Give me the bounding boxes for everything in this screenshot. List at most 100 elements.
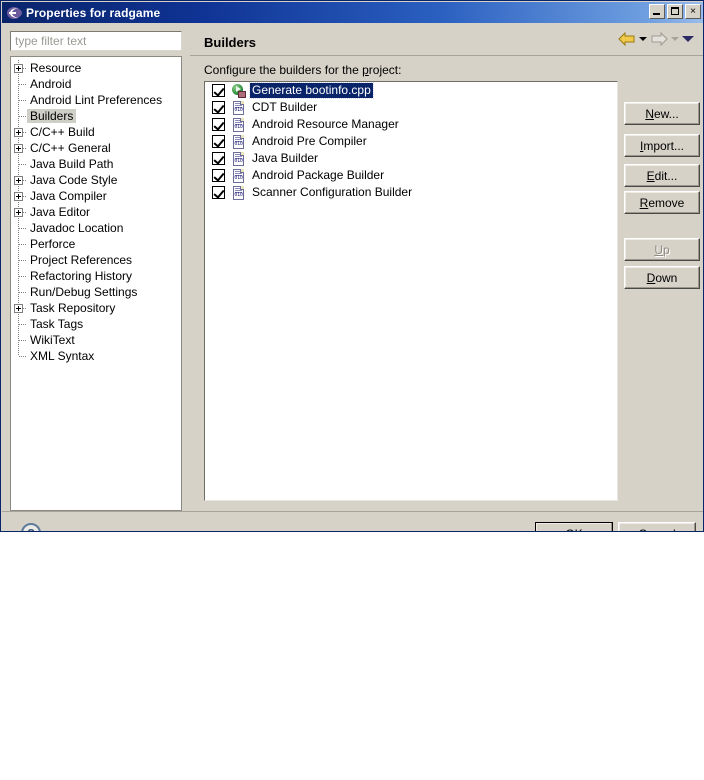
expand-plus-icon[interactable] bbox=[14, 208, 23, 217]
up-button: Up bbox=[624, 238, 700, 261]
builder-checkbox[interactable] bbox=[212, 169, 225, 182]
builder-doc-icon: 010 bbox=[231, 168, 247, 184]
tree-connector-line bbox=[19, 228, 27, 229]
expand-plus-icon[interactable] bbox=[14, 144, 23, 153]
builder-label: CDT Builder bbox=[252, 100, 318, 114]
tree-connector-line bbox=[19, 260, 27, 261]
maximize-icon bbox=[671, 7, 679, 15]
tree-expander[interactable] bbox=[11, 172, 27, 188]
sidebar-item-c-c-build[interactable]: C/C++ Build bbox=[11, 124, 181, 140]
filter-input[interactable]: type filter text bbox=[10, 31, 182, 51]
sidebar-item-label: Android bbox=[30, 77, 72, 91]
builder-row[interactable]: Generate bootinfo.cpp bbox=[205, 82, 617, 99]
builder-row[interactable]: 010 CDT Builder bbox=[205, 99, 617, 116]
forward-menu-chevron-down-icon[interactable] bbox=[671, 37, 679, 41]
tree-expander[interactable] bbox=[11, 140, 27, 156]
sidebar-item-label: Javadoc Location bbox=[30, 221, 124, 235]
builder-doc-icon: 010 bbox=[231, 100, 247, 116]
builder-row[interactable]: 010 Scanner Configuration Builder bbox=[205, 184, 617, 201]
builder-row[interactable]: 010 Android Resource Manager bbox=[205, 116, 617, 133]
builder-label: Scanner Configuration Builder bbox=[252, 185, 413, 199]
sidebar-item-label: WikiText bbox=[30, 333, 75, 347]
import-button[interactable]: Import... bbox=[624, 134, 700, 157]
builder-doc-icon: 010 bbox=[231, 151, 247, 167]
sidebar-item-wikitext[interactable]: WikiText bbox=[11, 332, 181, 348]
header-divider bbox=[190, 55, 703, 56]
minimize-button[interactable] bbox=[649, 4, 665, 19]
tree-expander[interactable] bbox=[11, 60, 27, 76]
builders-list-body: Generate bootinfo.cpp 010 CDT Builder 010 An… bbox=[205, 82, 617, 201]
builder-label: Android Resource Manager bbox=[252, 117, 399, 131]
expand-plus-icon[interactable] bbox=[14, 64, 23, 73]
builders-list[interactable]: Generate bootinfo.cpp 010 CDT Builder 010 An… bbox=[204, 81, 618, 501]
close-button[interactable]: × bbox=[685, 4, 701, 19]
cancel-button[interactable]: Cancel bbox=[618, 522, 696, 531]
filter-placeholder: type filter text bbox=[15, 34, 87, 48]
settings-tree-list: Resource Android Android Lint Preferences B… bbox=[11, 57, 181, 364]
sidebar-item-java-compiler[interactable]: Java Compiler bbox=[11, 188, 181, 204]
remove-button[interactable]: Remove bbox=[624, 191, 700, 214]
sidebar-item-label: C/C++ General bbox=[30, 141, 111, 155]
tree-connector-line bbox=[19, 356, 27, 357]
builder-checkbox[interactable] bbox=[212, 152, 225, 165]
maximize-button[interactable] bbox=[667, 4, 683, 19]
sidebar-item-android[interactable]: Android bbox=[11, 76, 181, 92]
view-menu-chevron-down-icon[interactable] bbox=[682, 36, 694, 42]
new-button[interactable]: New... bbox=[624, 102, 700, 125]
help-icon[interactable]: ? bbox=[21, 523, 41, 531]
sidebar-item-label: XML Syntax bbox=[30, 349, 95, 363]
sidebar-item-c-c-general[interactable]: C/C++ General bbox=[11, 140, 181, 156]
builder-doc-icon: 010 bbox=[231, 117, 247, 133]
tree-connector-line bbox=[19, 244, 27, 245]
sidebar-item-label: C/C++ Build bbox=[30, 125, 95, 139]
builder-checkbox[interactable] bbox=[212, 101, 225, 114]
sidebar-item-builders[interactable]: Builders bbox=[11, 108, 181, 124]
builders-page: Builders Configure the builders for the … bbox=[190, 23, 703, 510]
sidebar-item-project-references[interactable]: Project References bbox=[11, 252, 181, 268]
tree-connector bbox=[11, 92, 27, 108]
title-bar[interactable]: Properties for radgame × bbox=[2, 2, 703, 23]
tree-expander[interactable] bbox=[11, 188, 27, 204]
settings-tree[interactable]: Resource Android Android Lint Preferences B… bbox=[10, 56, 182, 511]
tree-expander[interactable] bbox=[11, 204, 27, 220]
builder-checkbox[interactable] bbox=[212, 135, 225, 148]
sidebar-item-javadoc-location[interactable]: Javadoc Location bbox=[11, 220, 181, 236]
sidebar-item-android-lint-preferences[interactable]: Android Lint Preferences bbox=[11, 92, 181, 108]
sidebar-item-java-code-style[interactable]: Java Code Style bbox=[11, 172, 181, 188]
sidebar-item-run-debug-settings[interactable]: Run/Debug Settings bbox=[11, 284, 181, 300]
down-button[interactable]: Down bbox=[624, 266, 700, 289]
back-arrow-icon[interactable] bbox=[618, 31, 636, 47]
builder-checkbox[interactable] bbox=[212, 186, 225, 199]
sidebar-item-java-build-path[interactable]: Java Build Path bbox=[11, 156, 181, 172]
builder-row[interactable]: 010 Android Pre Compiler bbox=[205, 133, 617, 150]
sidebar-item-resource[interactable]: Resource bbox=[11, 60, 181, 76]
tree-connector bbox=[11, 236, 27, 252]
tree-expander[interactable] bbox=[11, 300, 27, 316]
close-icon: × bbox=[690, 5, 696, 17]
sidebar-item-perforce[interactable]: Perforce bbox=[11, 236, 181, 252]
sidebar-item-task-repository[interactable]: Task Repository bbox=[11, 300, 181, 316]
edit-button[interactable]: Edit... bbox=[624, 164, 700, 187]
ok-button[interactable]: OK bbox=[535, 522, 613, 532]
builder-checkbox[interactable] bbox=[212, 84, 225, 97]
sidebar-item-java-editor[interactable]: Java Editor bbox=[11, 204, 181, 220]
expand-plus-icon[interactable] bbox=[14, 176, 23, 185]
expand-plus-icon[interactable] bbox=[14, 128, 23, 137]
builder-row[interactable]: 010 Android Package Builder bbox=[205, 167, 617, 184]
sidebar-item-label: Android Lint Preferences bbox=[30, 93, 163, 107]
tree-connector bbox=[11, 108, 27, 124]
back-menu-chevron-down-icon[interactable] bbox=[639, 37, 647, 41]
tree-expander[interactable] bbox=[11, 124, 27, 140]
forward-arrow-icon[interactable] bbox=[650, 31, 668, 47]
sidebar-item-xml-syntax[interactable]: XML Syntax bbox=[11, 348, 181, 364]
sidebar-item-refactoring-history[interactable]: Refactoring History bbox=[11, 268, 181, 284]
ok-button-label: OK bbox=[565, 527, 582, 532]
expand-plus-icon[interactable] bbox=[14, 304, 23, 313]
sidebar-item-label: Perforce bbox=[30, 237, 76, 251]
builder-doc-icon: 010 bbox=[231, 134, 247, 150]
builder-row[interactable]: 010 Java Builder bbox=[205, 150, 617, 167]
builder-checkbox[interactable] bbox=[212, 118, 225, 131]
expand-plus-icon[interactable] bbox=[14, 192, 23, 201]
sidebar-item-task-tags[interactable]: Task Tags bbox=[11, 316, 181, 332]
window-controls: × bbox=[649, 4, 701, 19]
